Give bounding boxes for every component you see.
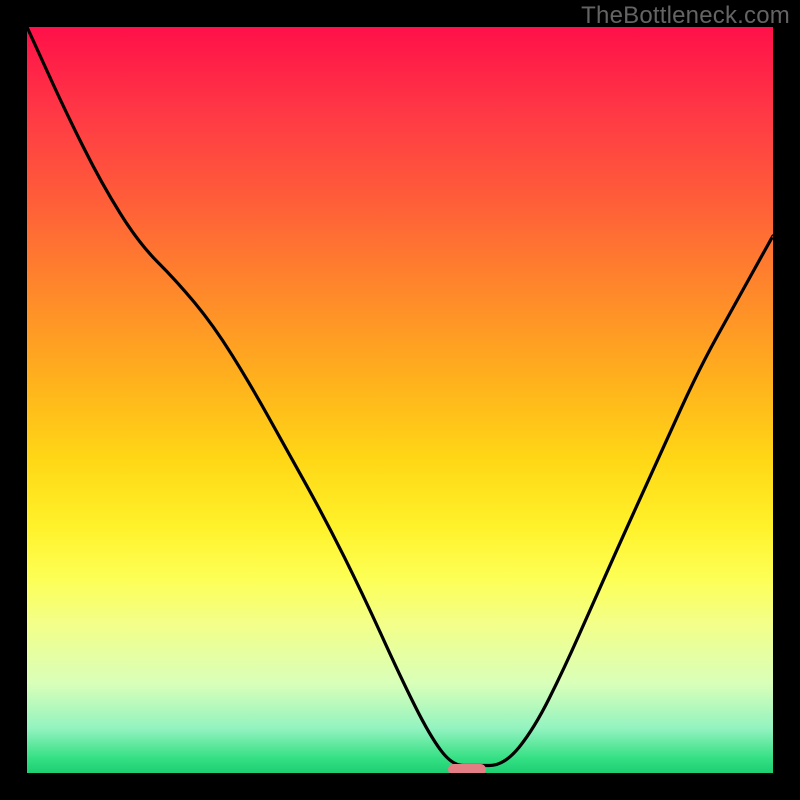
- watermark-text: TheBottleneck.com: [581, 2, 790, 30]
- curve-path: [27, 27, 773, 766]
- chart-frame: TheBottleneck.com: [0, 0, 800, 800]
- bottleneck-curve: [27, 27, 773, 773]
- sweet-spot-marker: [448, 764, 485, 773]
- plot-area: [27, 27, 773, 773]
